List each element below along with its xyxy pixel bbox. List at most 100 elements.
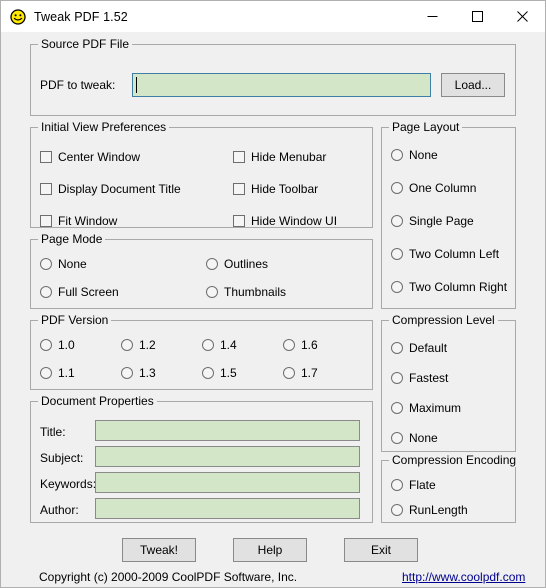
radio-circle (40, 339, 52, 351)
checkbox-box (233, 183, 245, 195)
radio-circle (391, 281, 403, 293)
radio-page-mode-thumbnails[interactable]: Thumbnails (206, 285, 286, 299)
help-button[interactable]: Help (233, 538, 307, 562)
radio-label: 1.0 (58, 338, 75, 352)
copyright-text: Copyright (c) 2000-2009 CoolPDF Software… (39, 570, 298, 584)
radio-page-layout-none[interactable]: None (391, 148, 438, 162)
radio-label: Two Column Right (409, 280, 508, 294)
author-field-label: Author: (40, 503, 79, 517)
page-layout-group: Page Layout None One Column Single Page … (381, 120, 516, 309)
radio-label: 1.2 (139, 338, 156, 352)
checkbox-box (233, 215, 245, 227)
document-properties-group: Document Properties Title: Subject: Keyw… (30, 394, 373, 523)
window-controls (410, 1, 545, 32)
radio-label: 1.7 (301, 366, 318, 380)
radio-circle (391, 342, 403, 354)
radio-pdf-version-1-3[interactable]: 1.3 (121, 366, 156, 380)
radio-page-layout-two-column-left[interactable]: Two Column Left (391, 247, 499, 261)
tweak-button[interactable]: Tweak! (122, 538, 196, 562)
initial-view-legend: Initial View Preferences (38, 120, 170, 134)
checkbox-hide-toolbar[interactable]: Hide Toolbar (233, 182, 318, 196)
radio-pdf-version-1-6[interactable]: 1.6 (283, 338, 318, 352)
source-pdf-group: Source PDF File PDF to tweak: Load... (30, 37, 516, 116)
page-mode-group: Page Mode None Full Screen Outlines Thum… (30, 232, 373, 309)
maximize-icon (472, 11, 483, 22)
title-field-label: Title: (40, 425, 66, 439)
radio-encoding-flate[interactable]: Flate (391, 478, 436, 492)
radio-pdf-version-1-0[interactable]: 1.0 (40, 338, 75, 352)
radio-label: 1.3 (139, 366, 156, 380)
close-button[interactable] (500, 1, 545, 32)
app-window: Tweak PDF 1.52 Source PDF File PDF to tw… (0, 0, 546, 588)
radio-circle (283, 367, 295, 379)
radio-encoding-runlength[interactable]: RunLength (391, 503, 468, 517)
radio-compression-none[interactable]: None (391, 431, 438, 445)
radio-circle (391, 182, 403, 194)
radio-label: Default (409, 341, 448, 355)
radio-label: None (58, 257, 87, 271)
radio-pdf-version-1-2[interactable]: 1.2 (121, 338, 156, 352)
radio-label: Two Column Left (409, 247, 500, 261)
checkbox-hide-menubar[interactable]: Hide Menubar (233, 150, 326, 164)
load-button[interactable]: Load... (441, 73, 505, 97)
radio-page-layout-two-column-right[interactable]: Two Column Right (391, 280, 507, 294)
checkbox-center-window[interactable]: Center Window (40, 150, 140, 164)
page-mode-legend: Page Mode (38, 232, 106, 246)
radio-page-layout-one-column[interactable]: One Column (391, 181, 476, 195)
checkbox-label: Display Document Title (58, 182, 181, 196)
page-layout-legend: Page Layout (389, 120, 463, 134)
radio-pdf-version-1-4[interactable]: 1.4 (202, 338, 237, 352)
radio-circle (121, 367, 133, 379)
minimize-icon (427, 16, 438, 17)
radio-label: Fastest (409, 371, 449, 385)
radio-circle (283, 339, 295, 351)
radio-label: Full Screen (58, 285, 119, 299)
radio-circle (206, 258, 218, 270)
maximize-button[interactable] (455, 1, 500, 32)
checkbox-hide-window-ui[interactable]: Hide Window UI (233, 214, 337, 228)
checkbox-fit-window[interactable]: Fit Window (40, 214, 117, 228)
pdf-version-group: PDF Version 1.0 1.2 1.4 1.6 1.1 1.3 1.5 … (30, 313, 373, 390)
radio-circle (391, 215, 403, 227)
pdf-path-input[interactable] (132, 73, 431, 97)
checkbox-box (40, 183, 52, 195)
radio-page-layout-single-page[interactable]: Single Page (391, 214, 474, 228)
compression-encoding-legend: Compression Encoding (389, 453, 520, 467)
checkbox-label: Hide Toolbar (251, 182, 319, 196)
radio-compression-default[interactable]: Default (391, 341, 447, 355)
subject-input[interactable] (95, 446, 360, 467)
checkbox-label: Hide Window UI (251, 214, 338, 228)
radio-circle (121, 339, 133, 351)
radio-page-mode-outlines[interactable]: Outlines (206, 257, 268, 271)
radio-circle (202, 367, 214, 379)
window-title: Tweak PDF 1.52 (34, 9, 128, 24)
radio-circle (391, 504, 403, 516)
source-pdf-legend: Source PDF File (38, 37, 133, 51)
radio-label: None (409, 148, 438, 162)
radio-circle (40, 258, 52, 270)
smiley-face-icon (10, 8, 26, 25)
radio-page-mode-full-screen[interactable]: Full Screen (40, 285, 119, 299)
radio-compression-fastest[interactable]: Fastest (391, 371, 448, 385)
radio-label: Thumbnails (224, 285, 287, 299)
radio-compression-maximum[interactable]: Maximum (391, 401, 461, 415)
radio-pdf-version-1-1[interactable]: 1.1 (40, 366, 75, 380)
radio-circle (391, 402, 403, 414)
exit-button[interactable]: Exit (344, 538, 418, 562)
checkbox-display-document-title[interactable]: Display Document Title (40, 182, 181, 196)
radio-page-mode-none[interactable]: None (40, 257, 87, 271)
website-link[interactable]: http://www.coolpdf.com (402, 570, 525, 584)
minimize-button[interactable] (410, 1, 455, 32)
text-caret (136, 77, 137, 93)
radio-label: Maximum (409, 401, 462, 415)
radio-label: 1.6 (301, 338, 318, 352)
radio-label: Flate (409, 478, 436, 492)
keywords-input[interactable] (95, 472, 360, 493)
title-input[interactable] (95, 420, 360, 441)
radio-label: 1.5 (220, 366, 237, 380)
compression-level-legend: Compression Level (389, 313, 498, 327)
radio-pdf-version-1-5[interactable]: 1.5 (202, 366, 237, 380)
checkbox-box (233, 151, 245, 163)
author-input[interactable] (95, 498, 360, 519)
radio-pdf-version-1-7[interactable]: 1.7 (283, 366, 318, 380)
